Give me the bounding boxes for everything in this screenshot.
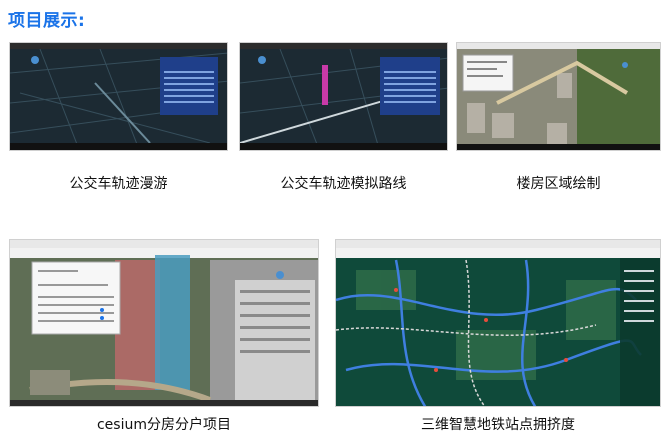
dark-map-screenshot [10, 43, 227, 150]
project-caption: 楼房区域绘制 [516, 176, 601, 192]
project-caption: cesium分房分户项目 [96, 417, 231, 433]
project-thumb-metro-station-crowding[interactable] [335, 239, 661, 407]
project-thumb-bus-route-simulation[interactable] [239, 42, 448, 151]
project-caption: 公交车轨迹漫游 [69, 176, 168, 192]
satellite-3d-screenshot [10, 240, 318, 406]
project-caption: 公交车轨迹模拟路线 [280, 176, 407, 192]
metro-map-screenshot [336, 240, 660, 406]
section-heading: 项目展示: [8, 11, 86, 31]
project-thumb-cesium-housing-division[interactable] [9, 239, 319, 407]
dark-map-screenshot [240, 43, 447, 150]
project-thumb-building-area-drawing[interactable] [456, 42, 661, 151]
satellite-map-screenshot [457, 43, 660, 150]
project-caption: 三维智慧地铁站点拥挤度 [421, 417, 575, 433]
project-thumb-bus-trajectory-roaming[interactable] [9, 42, 228, 151]
